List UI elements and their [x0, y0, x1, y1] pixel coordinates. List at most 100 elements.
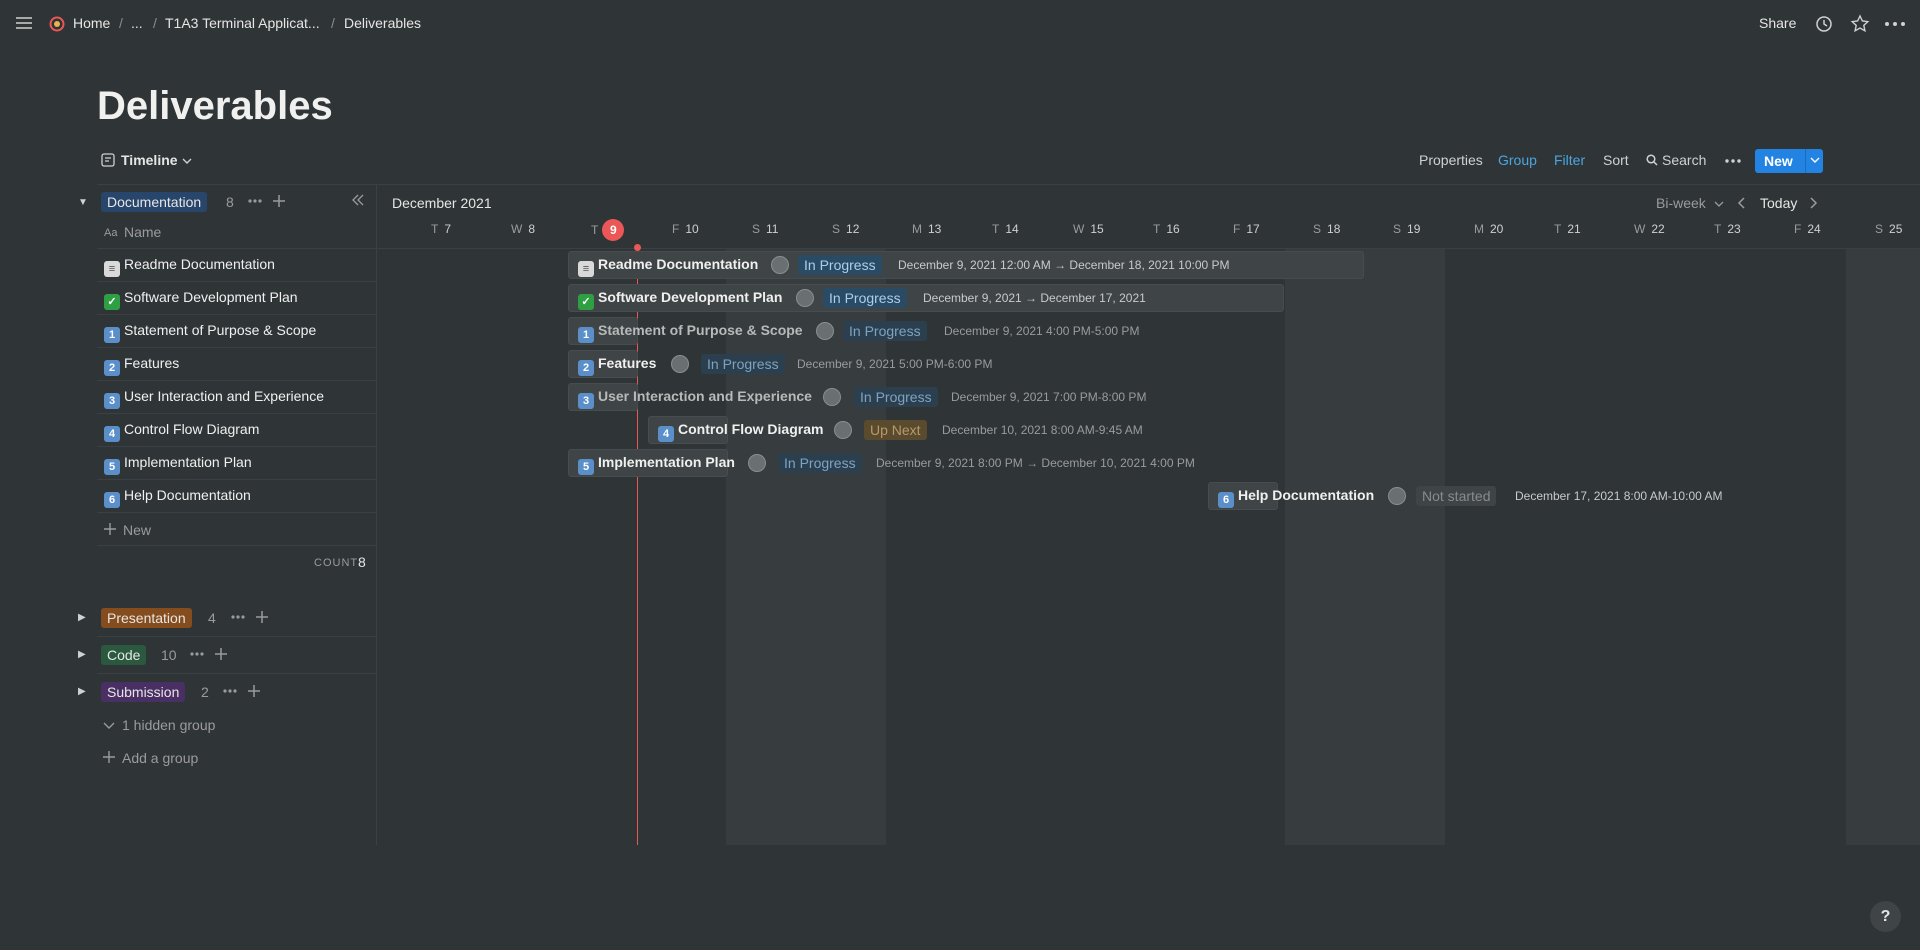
- svg-text:Aa: Aa: [104, 227, 118, 239]
- day-header-cell: S 19: [1393, 222, 1420, 236]
- chevron-down-icon[interactable]: [1714, 200, 1724, 208]
- day-letter: S: [752, 222, 761, 236]
- timeline-bar-label[interactable]: 1 Statement of Purpose & Scope: [578, 322, 803, 343]
- add-icon[interactable]: [214, 647, 228, 661]
- avatar[interactable]: [796, 289, 814, 307]
- chevron-down-icon[interactable]: [182, 157, 192, 165]
- avatar[interactable]: [834, 421, 852, 439]
- day-number: 12: [846, 222, 860, 236]
- group-tag-code[interactable]: Code: [101, 645, 147, 665]
- row-divider: [97, 281, 376, 282]
- search-icon[interactable]: [1646, 154, 1658, 166]
- timeline-bar-label[interactable]: ≡ Readme Documentation: [578, 256, 758, 277]
- next-arrow-icon[interactable]: [1808, 196, 1818, 210]
- add-icon[interactable]: [104, 523, 116, 535]
- collapse-triangle-icon[interactable]: ▼: [78, 197, 88, 208]
- workspace-icon: [49, 16, 65, 32]
- timeline-bar-label[interactable]: 5 Implementation Plan: [578, 454, 735, 475]
- breadcrumb-home[interactable]: Home: [73, 15, 110, 31]
- group-more-icon[interactable]: [189, 651, 205, 657]
- favorite-star-icon[interactable]: [1850, 14, 1870, 34]
- avatar[interactable]: [748, 454, 766, 472]
- day-letter: S: [1393, 222, 1402, 236]
- list-item[interactable]: 4 Control Flow Diagram: [104, 421, 259, 442]
- chevron-down-icon[interactable]: [1810, 153, 1820, 167]
- timeline-bar-label[interactable]: ✓ Software Development Plan: [578, 289, 782, 310]
- list-item[interactable]: 1 Statement of Purpose & Scope: [104, 322, 316, 343]
- day-number: 24: [1807, 222, 1821, 236]
- help-button[interactable]: ?: [1870, 901, 1901, 932]
- filter-button[interactable]: Filter: [1554, 152, 1585, 168]
- add-icon[interactable]: [103, 751, 115, 763]
- avatar[interactable]: [823, 388, 841, 406]
- list-item[interactable]: 5 Implementation Plan: [104, 454, 252, 475]
- share-button[interactable]: Share: [1759, 15, 1796, 31]
- count-value: 8: [358, 554, 366, 570]
- add-group-button[interactable]: Add a group: [122, 750, 198, 766]
- breadcrumb-current[interactable]: Deliverables: [344, 15, 421, 31]
- date-range: December 9, 2021 8:00 PM → December 10, …: [876, 456, 1195, 470]
- timeline-bar-label[interactable]: 4 Control Flow Diagram: [658, 421, 823, 442]
- group-more-icon[interactable]: [222, 688, 238, 694]
- group-tag-presentation[interactable]: Presentation: [101, 608, 192, 628]
- avatar[interactable]: [816, 322, 834, 340]
- hidden-group-toggle[interactable]: 1 hidden group: [122, 717, 215, 733]
- day-number: 8: [528, 222, 536, 236]
- list-item-label: Readme Documentation: [124, 256, 275, 272]
- list-item[interactable]: ≡ Readme Documentation: [104, 256, 275, 277]
- row-divider: [97, 314, 376, 315]
- day-letter: T: [992, 222, 1000, 236]
- timeline-bar-label[interactable]: 6 Help Documentation: [1218, 487, 1374, 508]
- timeline-bar-label[interactable]: 3 User Interaction and Experience: [578, 388, 812, 409]
- status-badge: In Progress: [854, 387, 938, 407]
- expand-triangle-icon[interactable]: ▶: [78, 612, 86, 623]
- more-options-icon[interactable]: [1884, 16, 1906, 32]
- previous-arrow-icon[interactable]: [1737, 196, 1747, 210]
- list-item[interactable]: 2 Features: [104, 355, 179, 376]
- expand-triangle-icon[interactable]: ▶: [78, 649, 86, 660]
- history-icon[interactable]: [1815, 15, 1833, 33]
- menu-icon[interactable]: [15, 15, 33, 31]
- today-marker-dot: [634, 244, 641, 251]
- group-tag-submission[interactable]: Submission: [101, 682, 186, 702]
- day-letter: W: [511, 222, 523, 236]
- today-button[interactable]: Today: [1760, 195, 1797, 211]
- view-more-icon[interactable]: [1724, 158, 1742, 164]
- number-5-icon: 5: [578, 459, 594, 475]
- group-tag-documentation[interactable]: Documentation: [101, 192, 208, 212]
- avatar[interactable]: [671, 355, 689, 373]
- timeline-bar-title: Features: [598, 355, 657, 371]
- breadcrumb-separator: /: [331, 15, 335, 31]
- timeline-bar-label[interactable]: 2 Features: [578, 355, 657, 376]
- breadcrumb-parent[interactable]: T1A3 Terminal Applicat...: [165, 15, 320, 31]
- breadcrumb-ellipsis[interactable]: ...: [131, 15, 143, 31]
- group-button[interactable]: Group: [1498, 152, 1537, 168]
- new-button-divider: [1805, 149, 1806, 173]
- day-header-cell: T 21: [1554, 222, 1581, 236]
- list-item[interactable]: 3 User Interaction and Experience: [104, 388, 324, 409]
- group-count: 2: [201, 684, 209, 700]
- view-switcher[interactable]: Timeline: [121, 152, 178, 168]
- add-icon[interactable]: [247, 684, 261, 698]
- properties-button[interactable]: Properties: [1419, 152, 1483, 168]
- scale-selector[interactable]: Bi-week: [1656, 195, 1706, 211]
- avatar[interactable]: [1388, 487, 1406, 505]
- expand-triangle-icon[interactable]: ▶: [78, 686, 86, 697]
- collapse-panel-icon[interactable]: [351, 193, 365, 207]
- avatar[interactable]: [771, 256, 789, 274]
- add-icon[interactable]: [255, 610, 269, 624]
- status-badge: In Progress: [778, 453, 862, 473]
- group-more-icon[interactable]: [247, 198, 263, 204]
- search-button[interactable]: Search: [1662, 152, 1706, 168]
- date-range: December 9, 2021 5:00 PM-6:00 PM: [797, 357, 993, 371]
- add-icon[interactable]: [272, 194, 286, 208]
- sort-button[interactable]: Sort: [1603, 152, 1629, 168]
- status-badge: Up Next: [864, 420, 927, 440]
- new-item-button[interactable]: New: [123, 522, 151, 538]
- list-item[interactable]: 6 Help Documentation: [104, 487, 251, 508]
- column-name-header[interactable]: Name: [124, 224, 161, 240]
- list-item[interactable]: ✓ Software Development Plan: [104, 289, 298, 310]
- new-button[interactable]: New: [1755, 149, 1823, 173]
- chevron-down-icon[interactable]: [103, 721, 115, 731]
- group-more-icon[interactable]: [230, 614, 246, 620]
